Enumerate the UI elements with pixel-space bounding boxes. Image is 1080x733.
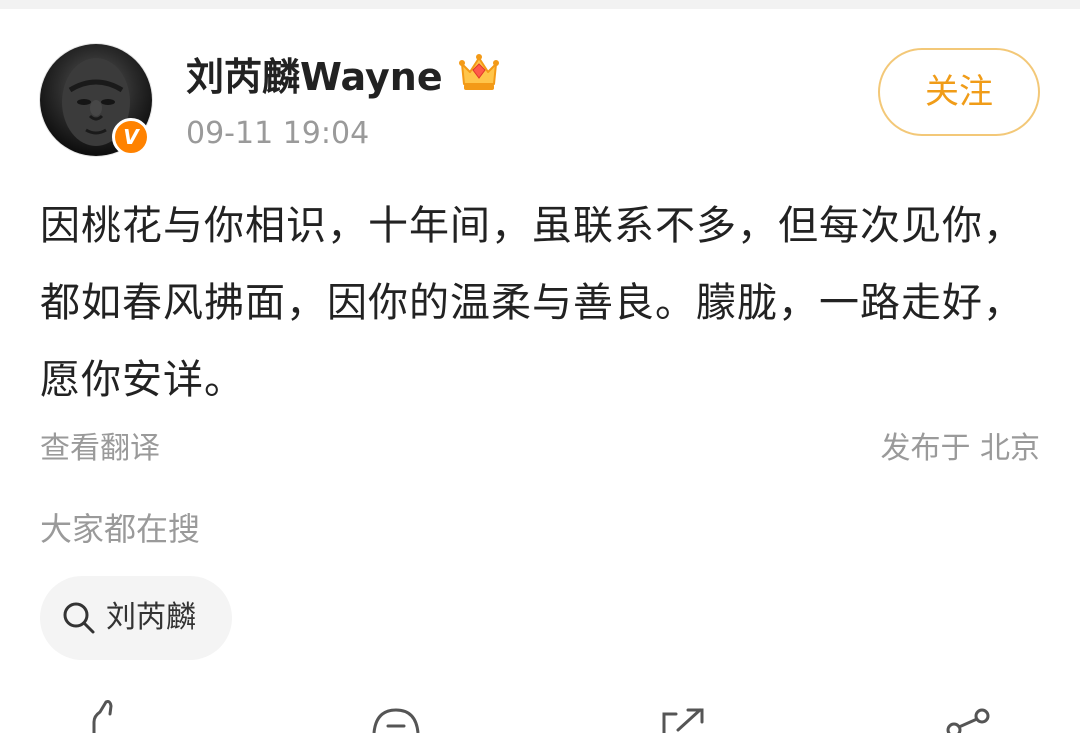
post-timestamp: 09-11 19:04 [186,116,370,151]
verified-badge: V [112,118,150,156]
author-name[interactable]: 刘芮麟Wayne [186,52,443,102]
author-avatar[interactable]: V [40,44,152,156]
share-icon[interactable] [940,700,1000,733]
translate-link[interactable]: 查看翻译 [40,428,160,470]
repost-icon[interactable] [654,700,714,733]
trending-chip-label: 刘芮麟 [106,600,196,635]
crown-icon[interactable] [456,50,502,94]
search-icon [63,602,95,634]
trending-title: 大家都在搜 [40,510,201,548]
post-body-text[interactable]: 因桃花与你相识，十年间，虽联系不多，但每次见你，都如春风拂面，因你的温柔与善良。… [40,188,1040,419]
follow-button[interactable]: 关注 [878,48,1040,136]
top-divider [0,0,1080,9]
like-icon[interactable] [80,700,140,733]
comment-icon[interactable] [366,700,426,733]
post-location: 发布于 北京 [880,431,1040,466]
post-action-bar [0,700,1080,733]
trending-search-chip[interactable]: 刘芮麟 [40,576,232,660]
